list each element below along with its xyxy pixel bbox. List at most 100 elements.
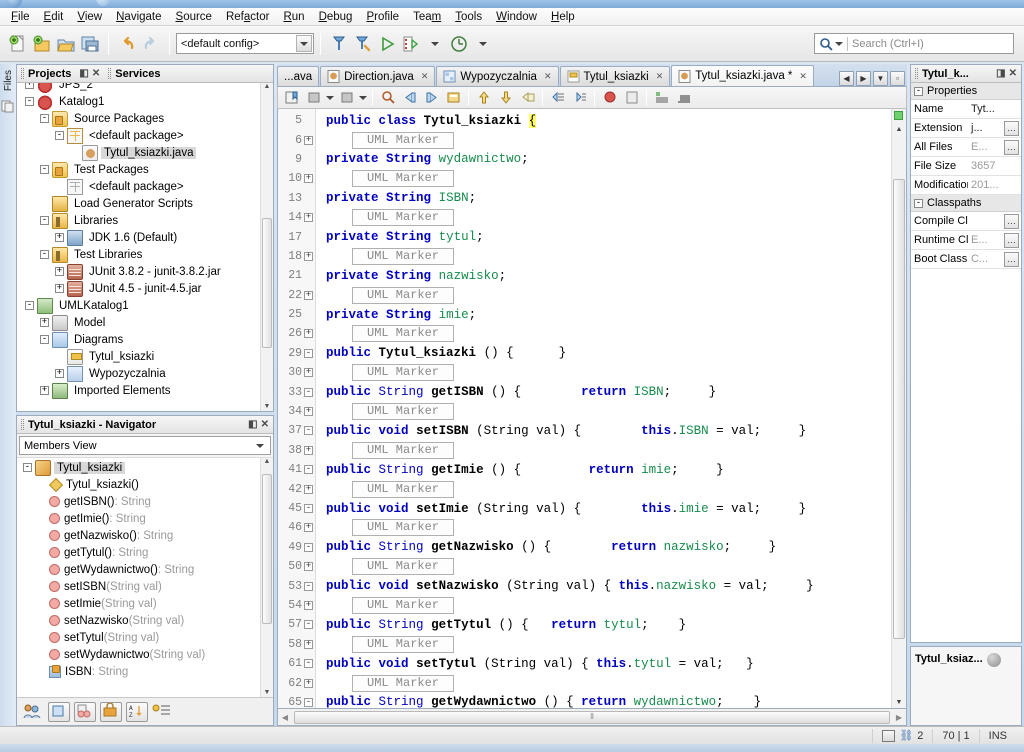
uml-marker-box[interactable]: UML Marker: [352, 247, 455, 265]
scroll-down-button[interactable]: ▼: [261, 689, 273, 696]
menu-edit[interactable]: Edit: [37, 8, 71, 26]
tree-item[interactable]: + JUnit 4.5 - junit-4.5.jar: [19, 280, 273, 297]
gutter-line[interactable]: 5: [278, 111, 315, 130]
navigator-member-item[interactable]: getTytul() : String: [19, 544, 273, 561]
code-line[interactable]: public String getImie () { return imie; …: [316, 460, 891, 479]
scroll-down-button[interactable]: ▼: [261, 403, 273, 410]
chevron-down-icon-2[interactable]: [358, 88, 368, 107]
code-line[interactable]: UML Marker: [316, 402, 891, 421]
navigator-member-item[interactable]: getNazwisko() : String: [19, 527, 273, 544]
editor-tab[interactable]: Direction.java ✕: [320, 66, 436, 86]
profile-dropdown-button[interactable]: [471, 32, 495, 56]
gutter-line[interactable]: 22 +: [278, 286, 315, 305]
navigator-member-item[interactable]: setISBN (String val): [19, 578, 273, 595]
scroll-tabs-left-button[interactable]: ◀: [839, 71, 854, 86]
non-public-filter-icon[interactable]: [100, 701, 122, 722]
fold-expand-icon[interactable]: +: [304, 445, 313, 455]
build-project-button[interactable]: [327, 32, 351, 56]
new-file-button[interactable]: [6, 32, 30, 56]
code-line[interactable]: UML Marker: [316, 635, 891, 654]
properties-rows[interactable]: - Properties Name Tyt... Extension j...… All F…: [911, 83, 1021, 642]
menu-profile[interactable]: Profile: [359, 8, 406, 26]
collapse-icon[interactable]: -: [914, 86, 923, 96]
fold-collapse-icon[interactable]: -: [304, 620, 313, 630]
collapse-icon[interactable]: -: [40, 216, 49, 225]
shift-left-icon[interactable]: [547, 88, 568, 107]
property-value[interactable]: 3657: [968, 160, 1021, 172]
shift-up-icon[interactable]: [473, 88, 494, 107]
property-value[interactable]: E...: [968, 234, 1004, 246]
collapse-icon[interactable]: -: [40, 165, 49, 174]
code-line[interactable]: UML Marker: [316, 518, 891, 537]
gutter-line[interactable]: 50 +: [278, 557, 315, 576]
code-line[interactable]: private String ISBN;: [316, 189, 891, 208]
close-tab-icon[interactable]: ✕: [656, 71, 664, 82]
gutter-line[interactable]: 49-: [278, 538, 315, 557]
search-dropdown-icon[interactable]: [835, 41, 843, 46]
fold-expand-icon[interactable]: +: [304, 407, 313, 417]
code-line[interactable]: public void setNazwisko (String val) { t…: [316, 576, 891, 595]
fold-collapse-icon[interactable]: -: [304, 348, 313, 358]
tree-item[interactable]: + JDK 1.6 (Default): [19, 229, 273, 246]
maximize-editor-button[interactable]: ▫: [890, 71, 905, 86]
tree-item[interactable]: - Test Packages: [19, 161, 273, 178]
status-insert-mode-cell[interactable]: INS: [978, 728, 1016, 743]
navigator-member-item[interactable]: getImie() : String: [19, 510, 273, 527]
uncomment-icon[interactable]: [673, 88, 694, 107]
navigator-scrollbar[interactable]: ▲ ▼: [260, 458, 273, 697]
gutter-line[interactable]: 53-: [278, 576, 315, 595]
property-row[interactable]: Name Tyt...: [911, 100, 1021, 119]
fold-expand-icon[interactable]: +: [304, 135, 313, 145]
hscrollbar-thumb[interactable]: ⦀: [294, 710, 890, 724]
tree-item[interactable]: - <default package>: [19, 127, 273, 144]
uml-marker-box[interactable]: UML Marker: [352, 131, 455, 149]
gutter-line[interactable]: 54 +: [278, 596, 315, 615]
navigator-member-item[interactable]: getWydawnictwo() : String: [19, 561, 273, 578]
menu-team[interactable]: Team: [406, 8, 448, 26]
stop-icon[interactable]: [621, 88, 642, 107]
save-all-button[interactable]: [78, 32, 102, 56]
shift-down-icon[interactable]: [495, 88, 516, 107]
property-editor-button[interactable]: …: [1004, 232, 1019, 248]
navigator-member-item[interactable]: setNazwisko (String val): [19, 612, 273, 629]
code-line[interactable]: UML Marker: [316, 673, 891, 692]
clean-build-button[interactable]: [351, 32, 375, 56]
tree-item[interactable]: - Katalog1: [19, 93, 273, 110]
property-editor-button[interactable]: …: [1004, 139, 1019, 155]
collapse-icon[interactable]: -: [55, 131, 64, 140]
minimize-properties-button[interactable]: ◨: [996, 68, 1005, 79]
menu-tools[interactable]: Tools: [448, 8, 489, 26]
collapse-icon[interactable]: -: [40, 250, 49, 259]
code-line[interactable]: private String wydawnictwo;: [316, 150, 891, 169]
chevron-down-icon[interactable]: [325, 88, 335, 107]
scrollbar-thumb[interactable]: [262, 474, 272, 624]
uml-marker-box[interactable]: UML Marker: [352, 674, 455, 692]
navigator-root-item[interactable]: - Tytul_ksiazki: [19, 459, 273, 476]
tree-item[interactable]: + Model: [19, 314, 273, 331]
scroll-down-button[interactable]: ▼: [892, 699, 906, 706]
property-row[interactable]: All Files E...…: [911, 138, 1021, 157]
menu-view[interactable]: View: [70, 8, 109, 26]
editor-horizontal-scrollbar[interactable]: ◀ ⦀ ▶: [277, 709, 907, 726]
gutter-line[interactable]: 34 +: [278, 402, 315, 421]
code-line[interactable]: UML Marker: [316, 208, 891, 227]
scroll-up-button[interactable]: ▲: [261, 83, 273, 90]
gutter-line[interactable]: 29-: [278, 344, 315, 363]
uml-marker-box[interactable]: UML Marker: [352, 596, 455, 614]
code-line[interactable]: public class Tytul_ksiazki {: [316, 111, 891, 130]
tree-item[interactable]: - UMLKatalog1: [19, 297, 273, 314]
tree-item[interactable]: Tytul_ksiazki: [19, 348, 273, 365]
code-line[interactable]: UML Marker: [316, 441, 891, 460]
expand-icon[interactable]: +: [55, 267, 64, 276]
gutter-line[interactable]: 62 +: [278, 673, 315, 692]
expand-icon[interactable]: +: [55, 284, 64, 293]
uml-marker-box[interactable]: UML Marker: [352, 325, 455, 343]
collapse-icon[interactable]: -: [23, 463, 32, 472]
property-row[interactable]: File Size 3657: [911, 157, 1021, 176]
hscroll-left-button[interactable]: ◀: [278, 713, 292, 722]
gutter-line[interactable]: 26 +: [278, 324, 315, 343]
minimize-panel-button[interactable]: ◧: [79, 68, 88, 79]
toggle-highlight-icon[interactable]: [443, 88, 464, 107]
tree-item[interactable]: - Test Libraries: [19, 246, 273, 263]
menu-run[interactable]: Run: [276, 8, 311, 26]
